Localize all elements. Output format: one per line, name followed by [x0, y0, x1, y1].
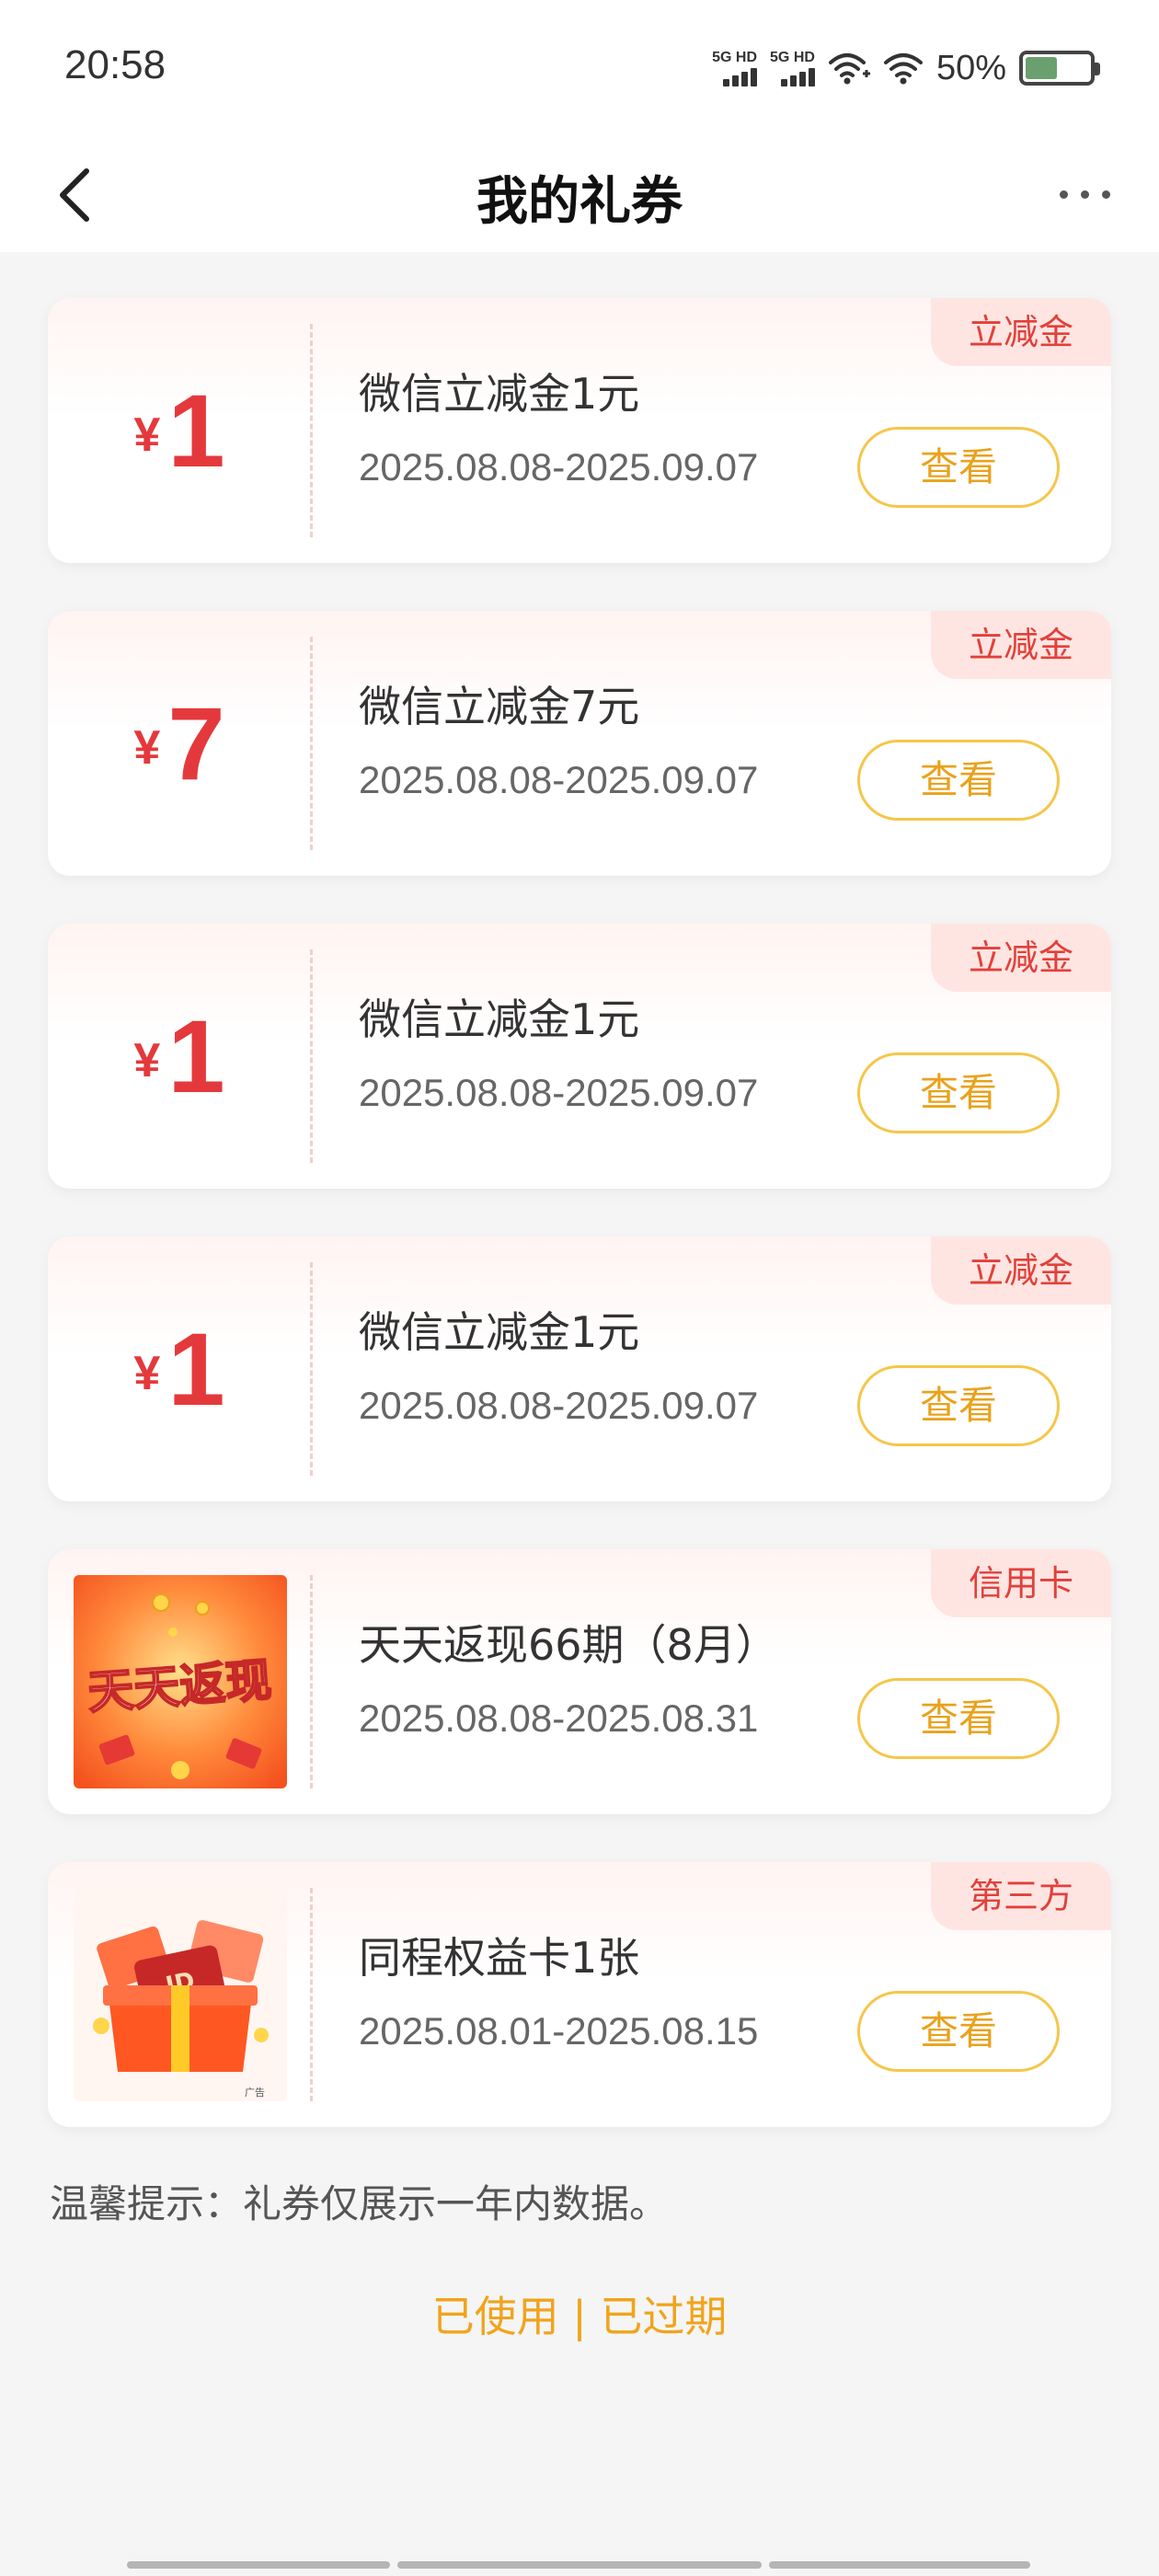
- view-button[interactable]: 查看: [857, 1052, 1060, 1133]
- coupon-tag: 第三方: [931, 1862, 1111, 1930]
- coupon-date: 2025.08.08-2025.09.07: [359, 1071, 759, 1114]
- wifi-plus-icon: [828, 53, 870, 85]
- coupon-date: 2025.08.08-2025.09.07: [359, 758, 759, 801]
- ad-badge: 广告: [245, 2087, 265, 2099]
- tip-text: 温馨提示：礼券仅展示一年内数据。: [50, 2181, 669, 2226]
- battery-icon: [1019, 51, 1100, 86]
- status-icons: 5G HD 5G HD 50%: [712, 44, 1100, 92]
- coupon-card[interactable]: 信用卡 天天返现 天天返现66期（8月） 2025.08.08-2025.08.…: [48, 1549, 1111, 1814]
- coupon-title: 天天返现66期（8月）: [359, 1620, 778, 1670]
- coupon-tag: 立减金: [931, 1236, 1111, 1305]
- coupon-card[interactable]: 第三方 ID 广告 同程权益卡1张 2025.08.01-2025.08.15 …: [48, 1862, 1111, 2127]
- coupon-title: 微信立减金7元: [359, 682, 640, 731]
- nav-bar: 我的礼券: [0, 138, 1159, 252]
- coupon-date: 2025.08.01-2025.08.15: [359, 2009, 759, 2053]
- page-title: 我的礼券: [476, 172, 683, 232]
- coupon-amount: ¥ 1: [48, 298, 311, 563]
- status-bar: 20:58 5G HD 5G HD 50%: [0, 0, 1159, 138]
- coupon-tag: 立减金: [931, 298, 1111, 366]
- view-button[interactable]: 查看: [857, 1991, 1060, 2072]
- coupon-title: 微信立减金1元: [359, 369, 640, 419]
- view-button[interactable]: 查看: [857, 1678, 1060, 1759]
- coupon-list: 立减金 ¥ 1 微信立减金1元 2025.08.08-2025.09.07 查看…: [48, 298, 1111, 2175]
- coupon-card[interactable]: 立减金 ¥ 1 微信立减金1元 2025.08.08-2025.09.07 查看: [48, 1236, 1111, 1501]
- dashed-divider: [310, 1575, 313, 1788]
- amount-value: 7: [167, 685, 225, 801]
- cashback-promo-image: 天天返现: [74, 1575, 287, 1788]
- coupon-title: 微信立减金1元: [359, 995, 640, 1044]
- coupon-date: 2025.08.08-2025.09.07: [359, 1384, 759, 1427]
- battery-fill: [1026, 57, 1057, 79]
- link-separator: |: [572, 2292, 587, 2341]
- amount-value: 1: [167, 1311, 225, 1427]
- used-link[interactable]: 已使用: [432, 2292, 559, 2341]
- dashed-divider: [310, 1888, 313, 2101]
- history-links: 已使用 | 已过期: [0, 2283, 1159, 2344]
- dashed-divider: [310, 949, 313, 1163]
- coupon-title: 微信立减金1元: [359, 1307, 640, 1357]
- home-indicator: [127, 2561, 1030, 2569]
- dashed-divider: [310, 324, 313, 537]
- currency-symbol: ¥: [133, 721, 161, 775]
- signal-icon: 5G HD: [770, 50, 815, 86]
- currency-symbol: ¥: [133, 408, 161, 462]
- view-button[interactable]: 查看: [857, 427, 1060, 508]
- coupon-date: 2025.08.08-2025.09.07: [359, 445, 759, 489]
- currency-symbol: ¥: [133, 1034, 161, 1087]
- coupon-amount: ¥ 7: [48, 611, 311, 876]
- coupon-card[interactable]: 立减金 ¥ 1 微信立减金1元 2025.08.08-2025.09.07 查看: [48, 924, 1111, 1189]
- amount-value: 1: [167, 998, 225, 1114]
- sim2-label: 5G HD: [770, 50, 815, 65]
- coupon-date: 2025.08.08-2025.08.31: [359, 1696, 759, 1740]
- coupon-tag: 信用卡: [931, 1549, 1111, 1617]
- battery-percent: 50%: [935, 48, 1006, 87]
- expired-link[interactable]: 已过期: [600, 2292, 727, 2341]
- gift-box-image: ID 广告: [74, 1888, 287, 2101]
- wifi-icon: [883, 53, 923, 85]
- dashed-divider: [310, 637, 313, 850]
- view-button[interactable]: 查看: [857, 740, 1060, 821]
- coupon-amount: ¥ 1: [48, 1236, 311, 1501]
- coupon-amount: ¥ 1: [48, 924, 311, 1189]
- view-button[interactable]: 查看: [857, 1365, 1060, 1446]
- coupon-tag: 立减金: [931, 611, 1111, 679]
- currency-symbol: ¥: [133, 1347, 161, 1400]
- coupon-card[interactable]: 立减金 ¥ 1 微信立减金1元 2025.08.08-2025.09.07 查看: [48, 298, 1111, 563]
- amount-value: 1: [167, 373, 225, 489]
- coupon-title: 同程权益卡1张: [359, 1933, 640, 1983]
- coupon-card[interactable]: 立减金 ¥ 7 微信立减金7元 2025.08.08-2025.09.07 查看: [48, 611, 1111, 876]
- status-time: 20:58: [64, 42, 166, 87]
- more-horizontal-icon[interactable]: [1043, 162, 1126, 226]
- dashed-divider: [310, 1262, 313, 1476]
- sim1-label: 5G HD: [712, 50, 758, 65]
- signal-icon: 5G HD: [712, 50, 758, 86]
- coupon-tag: 立减金: [931, 924, 1111, 992]
